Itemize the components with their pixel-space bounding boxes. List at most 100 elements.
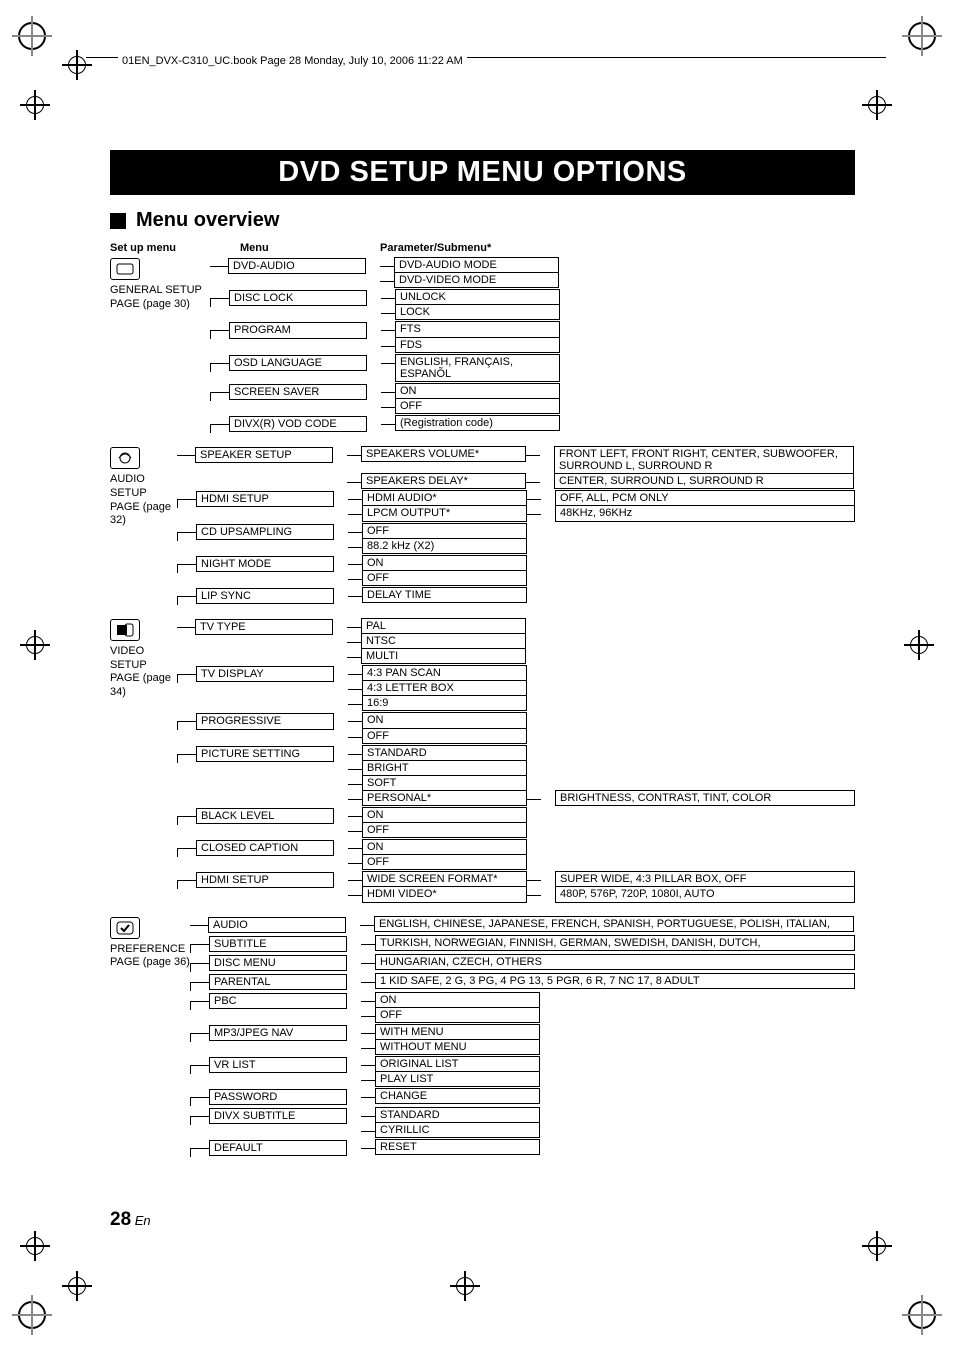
connector xyxy=(177,721,196,730)
connector xyxy=(348,816,362,817)
connector xyxy=(348,848,362,849)
param-row: (Registration code) xyxy=(381,416,560,431)
connector xyxy=(210,363,229,372)
detail-column: BRIGHTNESS, CONTRAST, TINT, COLOR xyxy=(555,791,855,806)
param-item: (Registration code) xyxy=(395,415,560,431)
connector xyxy=(347,455,361,456)
menu-item: DIVX(R) VOD CODE xyxy=(229,416,367,432)
menu-block: PROGRAMFTSFDS xyxy=(210,322,855,352)
param-row: NTSC xyxy=(347,634,526,649)
connector xyxy=(177,499,196,508)
connector xyxy=(348,880,362,881)
detail-column: FRONT LEFT, FRONT RIGHT, CENTER, SUBWOOF… xyxy=(554,447,854,474)
general-icon xyxy=(110,258,140,280)
param-row: DVD-AUDIO MODE xyxy=(380,258,559,273)
menu-rows: AUDIO ENGLISH, CHINESE, JAPANESE, FRENCH,… xyxy=(190,917,855,1160)
registration-mark xyxy=(18,22,46,50)
param-item: ON xyxy=(362,712,527,728)
connector xyxy=(190,982,209,991)
menu-item: DISC MENU xyxy=(209,955,347,971)
connector xyxy=(348,799,362,800)
menu-item: VR LIST xyxy=(209,1057,347,1073)
param-row: LOCK xyxy=(381,305,560,320)
connector xyxy=(190,1148,209,1157)
setup-label: AUDIO SETUP PAGE (page 32) xyxy=(110,447,177,528)
menu-item: DIVX SUBTITLE xyxy=(209,1108,347,1124)
connector xyxy=(361,944,375,945)
param-column: STANDARDCYRILLIC xyxy=(361,1108,540,1138)
param-row: WITH MENU xyxy=(361,1025,540,1040)
param-row: 4:3 LETTER BOX xyxy=(348,681,527,696)
param-item: HDMI AUDIO* xyxy=(362,490,527,506)
menu-block: VR LISTORIGINAL LISTPLAY LIST xyxy=(190,1057,855,1087)
param-item: LPCM OUTPUT* xyxy=(362,505,527,521)
param-row: LPCM OUTPUT*48KHz, 96KHz xyxy=(348,506,855,521)
setup-group: VIDEO SETUP PAGE (page 34)TV TYPEPALNTSC… xyxy=(110,619,855,905)
menu-block: TV TYPE PALNTSCMULTI xyxy=(177,619,855,664)
param-row: FDS xyxy=(381,338,560,353)
param-row: OFF xyxy=(348,823,527,838)
setup-group: PREFERENCE PAGE (page 36) AUDIO ENGLISH, C… xyxy=(110,917,855,1160)
connector xyxy=(348,704,362,705)
section-heading-text: Menu overview xyxy=(136,209,279,232)
connector xyxy=(177,816,196,825)
registration-mark xyxy=(18,1301,46,1329)
param-row: HDMI VIDEO*480P, 576P, 720P, 1080I, AUTO xyxy=(348,887,855,902)
connector xyxy=(347,627,361,628)
connector xyxy=(190,944,209,953)
param-item: BRIGHT xyxy=(362,760,527,776)
menu-block: DVD-AUDIODVD-AUDIO MODEDVD-VIDEO MODE xyxy=(210,258,855,288)
param-row: RESET xyxy=(361,1140,540,1155)
col-setup-menu: Set up menu xyxy=(110,242,240,254)
menu-block: SUBTITLETURKISH, NORWEGIAN, FINNISH, GER… xyxy=(190,936,855,953)
connector xyxy=(177,564,196,573)
param-row: STANDARD xyxy=(361,1108,540,1123)
param-item: ON xyxy=(395,383,560,399)
param-item: ON xyxy=(362,807,527,823)
menu-item: CLOSED CAPTION xyxy=(196,840,334,856)
connector xyxy=(347,657,361,658)
menu-block: DIVX SUBTITLE STANDARDCYRILLIC xyxy=(190,1108,855,1138)
menu-item: HDMI SETUP xyxy=(196,491,334,507)
connector xyxy=(527,499,541,500)
crop-mark xyxy=(62,50,92,80)
menu-tree: Set up menu Menu Parameter/Submenu* GENE… xyxy=(110,242,855,1159)
param-item: HDMI VIDEO* xyxy=(362,886,527,902)
crop-mark xyxy=(862,1231,892,1261)
column-headers: Set up menu Menu Parameter/Submenu* xyxy=(110,242,855,254)
menu-item: TV TYPE xyxy=(195,619,333,635)
param-item: MULTI xyxy=(361,648,526,664)
connector xyxy=(177,754,196,763)
connector xyxy=(526,482,540,483)
param-item: OFF xyxy=(362,854,527,870)
menu-block: NIGHT MODEONOFF xyxy=(177,556,855,586)
menu-item: AUDIO xyxy=(208,917,346,933)
menu-item: DEFAULT xyxy=(209,1140,347,1156)
param-column: ONOFF xyxy=(348,713,527,743)
param-column: ENGLISH, CHINESE, JAPANESE, FRENCH, SPAN… xyxy=(360,917,854,932)
param-column: FTSFDS xyxy=(381,322,560,352)
connector xyxy=(177,532,196,541)
param-item: HUNGARIAN, CZECH, OTHERS xyxy=(375,954,855,970)
connector xyxy=(348,721,362,722)
menu-rows: SPEAKER SETUPSPEAKERS VOLUME*FRONT LEFT,… xyxy=(177,447,855,607)
param-item: 16:9 xyxy=(362,695,527,711)
param-column: STANDARDBRIGHTSOFTPERSONAL*BRIGHTNESS, C… xyxy=(348,746,855,806)
crop-mark xyxy=(20,90,50,120)
param-row: PAL xyxy=(347,619,526,634)
connector xyxy=(210,330,229,339)
menu-block: PROGRESSIVEONOFF xyxy=(177,713,855,743)
connector xyxy=(348,596,362,597)
menu-item: NIGHT MODE xyxy=(196,556,334,572)
connector xyxy=(348,831,362,832)
param-row: PERSONAL*BRIGHTNESS, CONTRAST, TINT, COL… xyxy=(348,791,855,806)
param-row: OFF xyxy=(348,855,527,870)
setup-label: PREFERENCE PAGE (page 36) xyxy=(110,917,190,971)
detail-column: OFF, ALL, PCM ONLY xyxy=(555,491,855,506)
param-item: STANDARD xyxy=(375,1107,540,1123)
param-item: LOCK xyxy=(395,304,560,320)
menu-block: DIVX(R) VOD CODE (Registration code) xyxy=(210,416,855,433)
connector xyxy=(190,1001,209,1010)
connector xyxy=(361,1001,375,1002)
registration-mark xyxy=(908,1301,936,1329)
